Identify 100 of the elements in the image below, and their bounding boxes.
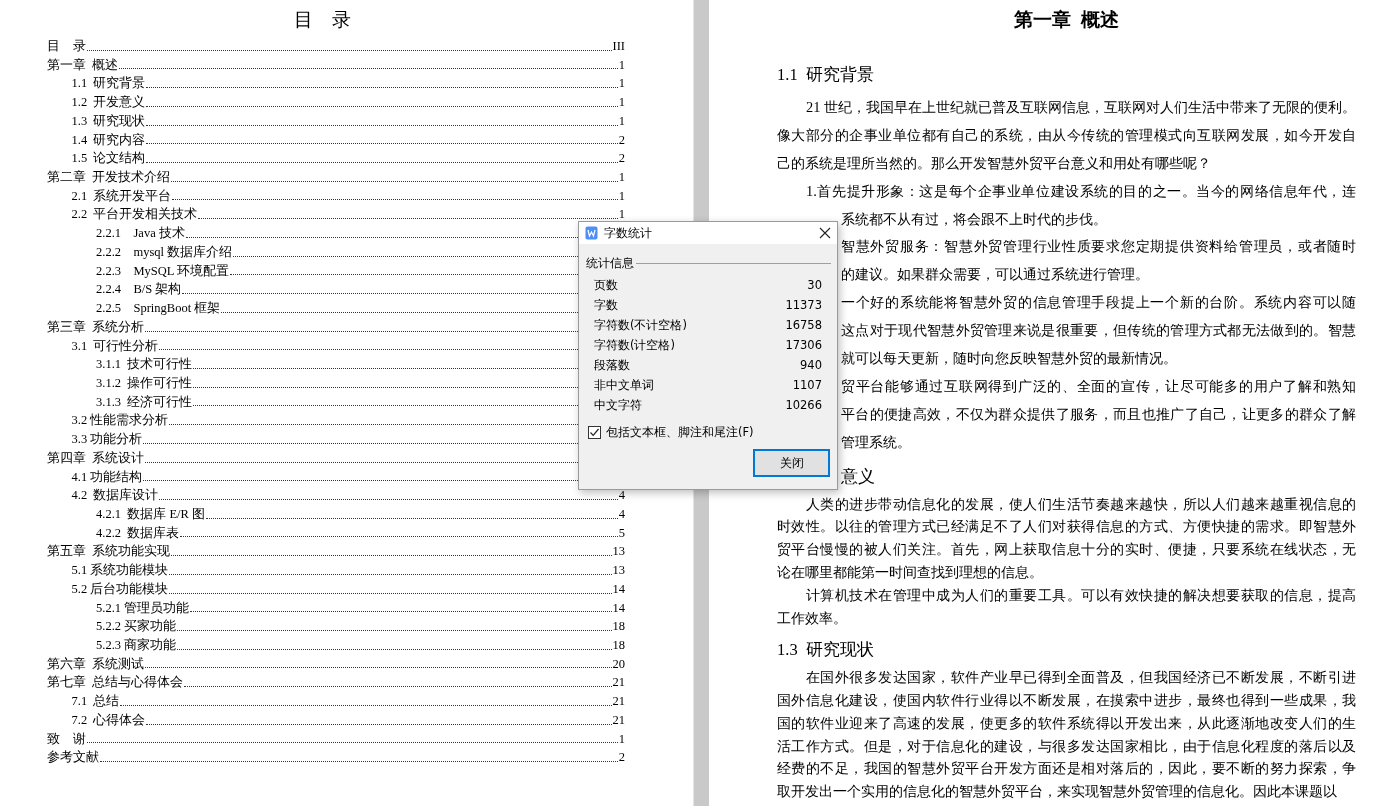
document-icon xyxy=(585,226,598,240)
page-number: 1 xyxy=(618,94,625,112)
paragraph-line: 人类的进步带动信息化的发展，使人们生活节奏越来越快，所以人们越来越重视信息的 xyxy=(805,494,1356,514)
toc-entry: 5.2.1 管理员功能 xyxy=(96,599,190,617)
page-number: 13 xyxy=(612,562,625,580)
paragraph-line: 一个好的系统能将智慧外贸的信息管理手段提上一个新的台阶。系统内容可以随 xyxy=(841,293,1356,313)
toc-entry: 2.2.3 MySQL 环境配置 xyxy=(96,262,230,280)
toc-entry: 1.2 开发意义 xyxy=(71,94,146,112)
toc-title: 目 录 xyxy=(293,9,351,30)
stat-label: 字符数(计空格) xyxy=(594,337,675,354)
paragraph-line: 平台的便捷高效，不仅为群众提供了服务，而且也推广了自己，让更多的群众了解 xyxy=(841,404,1356,424)
group-label: 统计信息 xyxy=(586,256,634,271)
page-number: 1 xyxy=(618,169,625,187)
close-button[interactable]: 关闭 xyxy=(753,449,830,477)
checkbox-label[interactable]: 包括文本框、脚注和尾注(F) xyxy=(606,425,754,440)
toc-entry: 2.2.4 B/S 架构 xyxy=(96,281,182,299)
page-number: 1 xyxy=(618,187,625,205)
toc-entry: 5.2 后台功能模块 xyxy=(71,580,169,598)
page-number: 1 xyxy=(618,730,625,748)
page-number: 1 xyxy=(618,75,625,93)
section-heading: 意义 xyxy=(841,465,875,488)
stat-label: 中文字符 xyxy=(594,397,642,414)
toc-entry: 3.1 可行性分析 xyxy=(71,337,159,355)
toc-entry: 2.1 系统开发平台 xyxy=(71,187,172,205)
page-number: 4 xyxy=(618,505,625,523)
stat-label: 字数 xyxy=(594,297,618,314)
toc-entry: 7.1 总结 xyxy=(71,693,120,711)
toc-entry: 2.2 平台开发相关技术 xyxy=(71,206,198,224)
paragraph-line: 国外信息化建设，使国内软件行业得以不断发展，在摸索中进步，最终也得到一些成果，我 xyxy=(777,690,1356,710)
toc-entry: 4.2.2 数据库表 xyxy=(96,524,180,542)
toc-entry: 3.2 性能需求分析 xyxy=(71,412,169,430)
stat-value: 10266 xyxy=(785,397,822,414)
paragraph-line: 就可以每天更新，随时向您反映智慧外贸的最新情况。 xyxy=(841,349,1178,368)
toc-entry: 5.2.2 买家功能 xyxy=(96,618,177,636)
page-number: III xyxy=(612,38,625,55)
toc-entry: 第一章 概述 xyxy=(47,56,119,74)
paragraph-line: 时效性。以往的管理方式已经满足不了人们对获得信息的方式、方便快捷的需求。即智慧外 xyxy=(777,517,1356,537)
toc-entry: 1.1 研究背景 xyxy=(71,75,146,93)
page-number: 18 xyxy=(612,637,625,654)
paragraph-line: 国的软件业迎来了高速的发展，使更多的软件系统得以开发出来，从此逐渐地改变人们的生 xyxy=(777,713,1356,733)
paragraph-line: 像大部分的企事业单位都有自己的系统，由从今传统的管理模式向互联网发展，如今开发自 xyxy=(777,125,1356,145)
paragraph-line: 取开发出一个实用的信息化的智慧外贸平台，来实现智慧外贸管理的信息化。因此本课题以 xyxy=(777,782,1338,802)
toc-entry: 3.1.2 操作可行性 xyxy=(96,374,193,392)
toc-entry: 3.1.1 技术可行性 xyxy=(96,356,193,374)
stat-value: 11373 xyxy=(785,297,822,314)
toc-entry: 3.1.3 经济可行性 xyxy=(96,393,193,411)
page-number: 18 xyxy=(612,618,625,636)
toc-entry: 7.2 心得体会 xyxy=(71,711,146,729)
toc-entry: 致 谢 xyxy=(47,730,86,748)
page-number: 4 xyxy=(618,487,625,505)
paragraph-line: 这点对于现代智慧外贸管理来说是很重要，但传统的管理方式都无法做到的。智慧 xyxy=(841,321,1356,341)
page-number: 14 xyxy=(612,599,625,617)
stat-label: 页数 xyxy=(594,277,618,294)
page-number: 21 xyxy=(612,674,625,692)
paragraph-line: 21 世纪，我国早在上世纪就已普及互联网信息，互联网对人们生活中带来了无限的便利。 xyxy=(805,98,1356,117)
stat-value: 940 xyxy=(800,357,822,374)
dialog-title: 字数统计 xyxy=(604,224,653,242)
page-number: 21 xyxy=(612,693,625,711)
toc-entry: 第五章 系统功能实现 xyxy=(47,543,171,561)
stat-value: 16758 xyxy=(785,317,822,334)
toc-entry: 2.2.2 mysql 数据库介绍 xyxy=(96,243,233,261)
paragraph-line: 管理系统。 xyxy=(841,432,912,452)
paragraph-line: 计算机技术在管理中成为人们的重要工具。可以有效快捷的解决想要获取的信息，提高 xyxy=(805,586,1356,606)
toc-entry: 2.2.1 Java 技术 xyxy=(96,225,185,243)
page-number: 1 xyxy=(618,206,625,224)
paragraph-line: 的建议。如果群众需要，可以通过系统进行管理。 xyxy=(841,265,1150,285)
toc-entry: 4.2.1 数据库 E/R 图 xyxy=(96,505,205,523)
paragraph-line: 贸平台慢慢的被人们关注。首先，网上获取信息十分的实时、便捷，只要系统在线状态，无 xyxy=(777,540,1356,560)
chapter-title: 第一章 概述 xyxy=(1014,9,1119,30)
toc-entry: 第三章 系统分析 xyxy=(47,318,145,336)
page-number: 2 xyxy=(618,150,625,168)
toc-entry: 2.2.5 SpringBoot 框架 xyxy=(96,300,221,318)
stat-label: 非中文单词 xyxy=(594,377,654,394)
page-number: 2 xyxy=(618,131,625,149)
stat-value: 1107 xyxy=(792,377,822,394)
toc-entry: 第四章 系统设计 xyxy=(47,449,145,467)
stat-label: 段落数 xyxy=(594,357,630,374)
page-number: 14 xyxy=(612,580,625,598)
page-number: 21 xyxy=(612,711,625,729)
toc-entry: 4.1 功能结构 xyxy=(71,468,143,486)
paragraph-line: 系统都不从有过，将会跟不上时代的步伐。 xyxy=(841,209,1108,229)
checkbox[interactable] xyxy=(588,426,601,439)
page-number: 2 xyxy=(618,749,625,767)
toc-entry: 第七章 总结与心得体会 xyxy=(47,674,184,692)
page-number: 20 xyxy=(612,655,625,673)
section-heading: 1.3 研究现状 xyxy=(777,639,874,659)
paragraph-line: 1.首先提升形象：这是每个企事业单位建设系统的目的之一。当今的网络信息年代，连 xyxy=(805,181,1356,201)
toc-entry: 1.4 研究内容 xyxy=(71,131,146,149)
close-icon[interactable] xyxy=(819,227,831,239)
page-number: 5 xyxy=(618,524,625,542)
toc-entry: 5.2.3 商家功能 xyxy=(96,637,177,654)
paragraph-line: 经费的不足，我国的智慧外贸平台开发方面还是相对落后的，因此，要不断的努力探索，争 xyxy=(777,759,1356,779)
toc-entry: 参考文献 xyxy=(47,749,99,767)
toc-entry: 4.2 数据库设计 xyxy=(71,487,159,505)
stat-value: 17306 xyxy=(785,337,822,354)
paragraph-line: 工作效率。 xyxy=(777,609,848,629)
stat-value: 30 xyxy=(807,277,822,294)
paragraph-line: 己的系统是理所当然的。那么开发智慧外贸平台意义和用处有哪些呢？ xyxy=(777,153,1212,173)
paragraph-line: 论在哪里都能第一时间查找到理想的信息。 xyxy=(777,563,1044,583)
toc-entry: 3.3 功能分析 xyxy=(71,431,143,449)
